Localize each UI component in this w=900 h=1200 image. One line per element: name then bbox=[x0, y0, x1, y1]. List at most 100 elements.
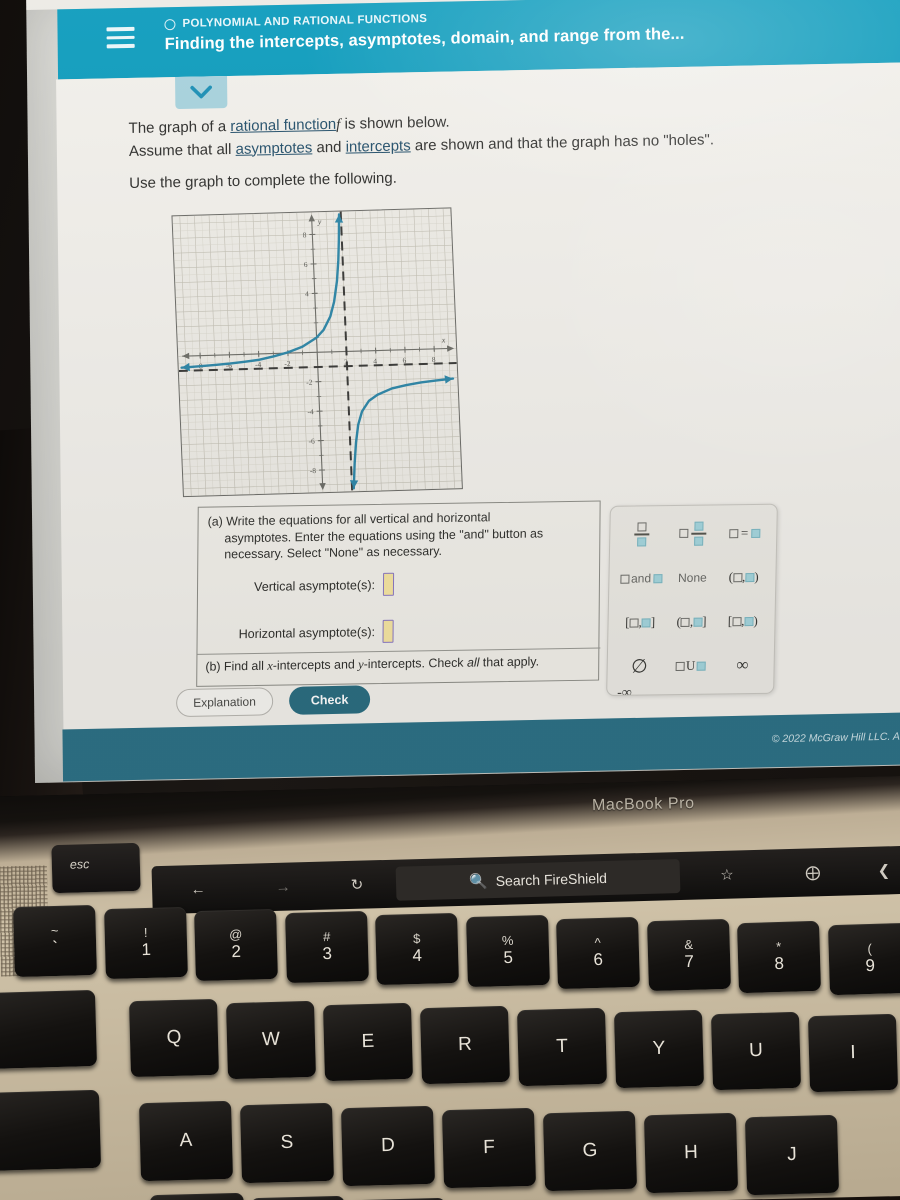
prompt-line1-a: The graph of a bbox=[128, 117, 231, 138]
hamburger-menu-icon[interactable] bbox=[106, 26, 135, 53]
svg-text:8: 8 bbox=[432, 355, 436, 364]
key-e[interactable]: E bbox=[322, 1003, 414, 1082]
palette-fraction-button[interactable] bbox=[634, 519, 650, 549]
vertical-asymptote-label: Vertical asymptote(s): bbox=[253, 577, 376, 594]
prompt-line2-c: are shown and that the graph has no "hol… bbox=[410, 130, 715, 154]
key-upper-label: @ bbox=[228, 927, 243, 943]
key-label: A bbox=[179, 1129, 193, 1152]
horizontal-asymptote-input[interactable] bbox=[382, 619, 395, 643]
explanation-button[interactable]: Explanation bbox=[175, 687, 274, 718]
vertical-asymptote-input[interactable] bbox=[382, 572, 395, 596]
key-tab[interactable]: tab bbox=[0, 989, 98, 1071]
key-1[interactable]: ! 1 bbox=[103, 906, 188, 980]
key-6[interactable]: ^ 6 bbox=[556, 916, 640, 990]
touchbar-more-button[interactable]: ❮ bbox=[855, 846, 900, 895]
key-upper-label: & bbox=[683, 937, 693, 953]
key-q[interactable]: Q bbox=[129, 998, 219, 1078]
key-f[interactable]: F bbox=[441, 1107, 537, 1189]
key-4[interactable]: $4 bbox=[375, 912, 459, 986]
key-9[interactable]: (9 bbox=[827, 922, 900, 996]
search-icon: 🔍 bbox=[468, 872, 488, 891]
key-upper-label: $ bbox=[412, 931, 421, 947]
infinity-icon: ∞ bbox=[736, 655, 748, 675]
key-label: F bbox=[482, 1137, 496, 1159]
key-lower-label: 1 bbox=[140, 939, 151, 960]
question-b-b: -intercepts and bbox=[272, 657, 359, 673]
key-label: Y bbox=[652, 1037, 666, 1060]
prompt-line2-b: and bbox=[312, 138, 346, 156]
palette-left-open-interval-button[interactable]: (,] bbox=[676, 607, 707, 637]
key-3[interactable]: #3 bbox=[284, 910, 369, 984]
palette-right-open-interval-button[interactable]: [,) bbox=[728, 606, 759, 636]
palette-infinity-button[interactable]: ∞ bbox=[736, 650, 748, 680]
key-s[interactable]: S bbox=[239, 1103, 335, 1184]
key-bottom-row-partial[interactable] bbox=[149, 1192, 245, 1200]
key-lower-label: 8 bbox=[774, 953, 785, 974]
svg-text:-2: -2 bbox=[306, 378, 313, 387]
key-lower-label: 5 bbox=[502, 947, 513, 968]
key-r[interactable]: R bbox=[419, 1005, 511, 1084]
key-esc[interactable]: esc bbox=[51, 842, 141, 894]
key-5[interactable]: % 5 bbox=[465, 914, 550, 988]
page-title: Finding the intercepts, asymptotes, doma… bbox=[164, 24, 685, 54]
key-bottom-row-partial[interactable] bbox=[250, 1195, 346, 1200]
key-upper-label: * bbox=[775, 939, 782, 955]
question-b-c: -intercepts. Check bbox=[363, 655, 468, 672]
palette-negative-infinity-button[interactable]: -∞ bbox=[617, 686, 632, 696]
palette-union-button[interactable]: U bbox=[675, 651, 706, 681]
touchbar-search-label: Search FireShield bbox=[495, 869, 608, 889]
key-caps-lock[interactable]: lock bbox=[0, 1089, 102, 1173]
svg-text:-6: -6 bbox=[308, 437, 315, 446]
check-button[interactable]: Check bbox=[288, 685, 371, 715]
prompt-line1-b: is shown below. bbox=[340, 113, 450, 133]
question-a-text: (a) Write the equations for all vertical… bbox=[207, 508, 587, 564]
palette-closed-interval-button[interactable]: [,] bbox=[625, 607, 656, 637]
key-`[interactable]: ~ ` bbox=[13, 904, 97, 978]
palette-empty-set-button[interactable]: ∅ bbox=[631, 651, 648, 681]
key-label: U bbox=[748, 1039, 764, 1062]
collapse-toggle[interactable] bbox=[175, 76, 228, 110]
key-u[interactable]: U bbox=[710, 1011, 802, 1091]
svg-text:6: 6 bbox=[402, 356, 406, 365]
svg-text:y: y bbox=[317, 217, 322, 226]
horizontal-asymptote-row: Horizontal asymptote(s): bbox=[239, 619, 395, 645]
key-label: Q bbox=[166, 1026, 182, 1049]
key-h[interactable]: H bbox=[643, 1112, 739, 1194]
question-b-all: all bbox=[466, 655, 480, 670]
key-lower-label: 3 bbox=[321, 943, 332, 964]
palette-none-label: None bbox=[677, 570, 707, 585]
palette-ordered-pair-button[interactable]: (,) bbox=[728, 562, 759, 592]
palette-equation-button[interactable]: = bbox=[728, 518, 761, 548]
palette-none-button[interactable]: None bbox=[678, 563, 707, 593]
asymptotes-link[interactable]: asymptotes bbox=[235, 139, 312, 158]
key-upper-label: ! bbox=[143, 925, 148, 941]
key-i[interactable]: I bbox=[807, 1014, 899, 1093]
key-g[interactable]: G bbox=[542, 1110, 638, 1191]
key-lower-label: 4 bbox=[412, 945, 423, 966]
key-esc-label: esc bbox=[69, 857, 90, 872]
key-t[interactable]: T bbox=[516, 1007, 608, 1086]
key-upper-label: ( bbox=[866, 941, 872, 957]
action-buttons: Explanation Check bbox=[175, 685, 371, 718]
key-7[interactable]: & 7 bbox=[646, 918, 731, 992]
math-symbol-palette[interactable]: = and None (,) [,] (,] [,) ∅ U ∞ -∞ bbox=[606, 503, 778, 696]
palette-and-button[interactable]: and bbox=[620, 563, 663, 594]
key-y[interactable]: Y bbox=[613, 1009, 705, 1089]
key-a[interactable]: A bbox=[138, 1100, 234, 1182]
key-2[interactable]: @2 bbox=[194, 908, 278, 982]
intercepts-link[interactable]: intercepts bbox=[346, 137, 411, 155]
key-8[interactable]: * 8 bbox=[737, 920, 821, 994]
prompt-line2-a: Assume that all bbox=[128, 140, 236, 160]
rational-function-link[interactable]: rational function bbox=[230, 116, 336, 135]
key-upper-label: # bbox=[322, 929, 331, 945]
key-w[interactable]: W bbox=[226, 1001, 316, 1080]
palette-mixed-number-button[interactable] bbox=[679, 519, 708, 549]
key-d[interactable]: D bbox=[340, 1105, 436, 1187]
svg-text:4: 4 bbox=[305, 289, 309, 298]
key-lower-label: 6 bbox=[593, 949, 604, 970]
key-j[interactable]: J bbox=[744, 1115, 840, 1196]
laptop-screen: Baby Shark Medle... Blackboard Learn POL… bbox=[26, 0, 900, 784]
key-upper-label: ^ bbox=[594, 935, 601, 951]
key-label: G bbox=[582, 1139, 598, 1161]
key-label: D bbox=[380, 1134, 396, 1156]
